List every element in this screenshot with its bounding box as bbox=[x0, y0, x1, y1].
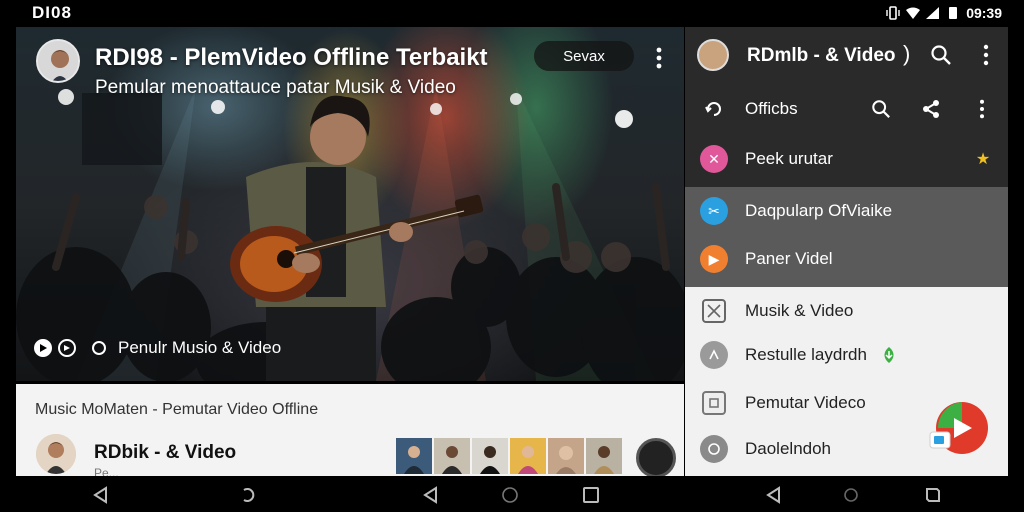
signal-icon bbox=[926, 7, 940, 19]
video-info-card: Music MoMaten - Pemutar Video Offline RD… bbox=[16, 384, 684, 480]
side-item-officbs[interactable]: Officbs bbox=[685, 85, 1008, 133]
side-item-label: Officbs bbox=[745, 99, 798, 118]
save-button[interactable]: Sevax bbox=[534, 41, 634, 71]
disc-icon[interactable] bbox=[636, 438, 676, 478]
navigation-bar bbox=[0, 476, 1024, 512]
search-icon[interactable] bbox=[929, 43, 953, 67]
timer-icon bbox=[700, 341, 728, 369]
play-circle-icon[interactable] bbox=[34, 339, 52, 357]
battery-icon bbox=[949, 7, 958, 19]
thumbnail[interactable] bbox=[510, 438, 546, 474]
thumbnail[interactable] bbox=[396, 438, 432, 474]
channel-avatar[interactable] bbox=[36, 39, 80, 83]
side-item-label: Pemutar Videco bbox=[745, 393, 866, 412]
side-item-label: Daolelndoh bbox=[745, 439, 832, 458]
status-bar: DI08 09:39 bbox=[0, 0, 1024, 26]
side-item-restulle-laydrdh[interactable]: Restulle laydrdh bbox=[685, 331, 1008, 379]
home-icon[interactable] bbox=[842, 486, 860, 504]
info-circle-icon[interactable] bbox=[92, 341, 106, 355]
share-icon[interactable] bbox=[919, 97, 943, 121]
caption-text: Penulr Musio & Video bbox=[118, 338, 282, 357]
more-vert-icon[interactable] bbox=[974, 43, 998, 67]
card-channel-avatar[interactable] bbox=[36, 434, 76, 474]
chevron-right-icon[interactable]: ) bbox=[903, 41, 910, 67]
back-icon[interactable] bbox=[765, 486, 783, 504]
thumbnail[interactable] bbox=[472, 438, 508, 474]
back-icon[interactable] bbox=[92, 486, 110, 504]
rotate-icon[interactable] bbox=[240, 486, 258, 504]
screen-icon bbox=[702, 391, 726, 415]
video-player[interactable]: RDI98 - PlemVideo Offline Terbaikt Pemul… bbox=[16, 27, 684, 381]
more-vert-icon[interactable] bbox=[650, 45, 668, 71]
status-left-text: DI08 bbox=[32, 3, 72, 22]
disc-icon bbox=[700, 435, 728, 463]
vibrate-icon bbox=[886, 6, 900, 20]
side-item-daqpularp-ofviaike[interactable]: ✂ Daqpularp OfViaike bbox=[685, 187, 1008, 235]
thumbnail-strip bbox=[396, 438, 622, 474]
thumbnail[interactable] bbox=[434, 438, 470, 474]
card-channel-name[interactable]: RDbik - & Video bbox=[94, 442, 236, 464]
side-item-label: Musik & Video bbox=[745, 301, 854, 320]
play-icon: ▶ bbox=[700, 245, 728, 273]
side-item-peek-urutar[interactable]: ✕ Peek urutar ★ bbox=[685, 135, 1008, 183]
image-icon bbox=[702, 299, 726, 323]
more-vert-icon[interactable] bbox=[970, 97, 994, 121]
download-badge-icon[interactable] bbox=[877, 343, 901, 367]
side-avatar[interactable] bbox=[697, 39, 729, 71]
refresh-icon bbox=[702, 97, 726, 121]
status-time: 09:39 bbox=[966, 5, 1002, 21]
back-icon[interactable] bbox=[422, 486, 440, 504]
video-title: RDI98 - PlemVideo Offline Terbaikt bbox=[95, 44, 488, 71]
star-icon[interactable]: ★ bbox=[971, 147, 995, 171]
search-icon[interactable] bbox=[869, 97, 893, 121]
side-panel-title: RDmlb - & Video bbox=[747, 45, 896, 66]
side-item-musik-video[interactable]: Musik & Video bbox=[685, 287, 1008, 335]
side-item-label: Daqpularp OfViaike bbox=[745, 201, 893, 220]
floating-action-button[interactable] bbox=[928, 400, 990, 456]
side-panel-header: RDmlb - & Video ) bbox=[685, 27, 1008, 83]
avatar-portrait bbox=[36, 434, 76, 474]
crop-icon: ✂ bbox=[700, 197, 728, 225]
rotate-screen-icon[interactable] bbox=[924, 486, 942, 504]
side-item-label: Paner Videl bbox=[745, 249, 833, 268]
card-title: Music MoMaten - Pemutar Video Offline bbox=[35, 401, 319, 418]
side-item-label: Restulle laydrdh bbox=[745, 345, 867, 364]
side-item-label: Peek urutar bbox=[745, 149, 833, 168]
status-icons: 09:39 bbox=[886, 5, 1002, 21]
home-icon[interactable] bbox=[501, 486, 519, 504]
subtitles-icon[interactable] bbox=[58, 339, 76, 357]
thumbnail[interactable] bbox=[548, 438, 584, 474]
player-caption-bar: Penulr Musio & Video bbox=[34, 338, 281, 358]
side-item-paner-videl[interactable]: ▶ Paner Videl bbox=[685, 235, 1008, 283]
shuffle-icon: ✕ bbox=[700, 145, 728, 173]
recents-icon[interactable] bbox=[582, 486, 600, 504]
wifi-icon bbox=[906, 7, 921, 19]
thumbnail[interactable] bbox=[586, 438, 622, 474]
video-subtitle: Pemular menoattauce patar Musik & Video bbox=[95, 77, 456, 98]
